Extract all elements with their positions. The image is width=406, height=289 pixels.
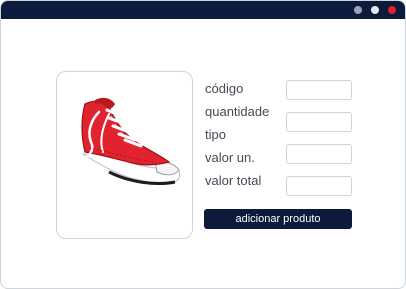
product-image-card — [56, 71, 193, 239]
label-valor-un: valor un. — [205, 150, 255, 165]
label-valor-total: valor total — [205, 173, 262, 188]
add-product-button[interactable]: adicionar produto — [204, 209, 352, 229]
minimize-button[interactable] — [354, 6, 362, 14]
valor-total-field[interactable] — [286, 176, 352, 196]
maximize-button[interactable] — [371, 6, 379, 14]
close-button[interactable] — [388, 6, 396, 14]
quantidade-field[interactable] — [286, 112, 352, 132]
label-tipo: tipo — [205, 127, 226, 142]
valor-un-field[interactable] — [286, 144, 352, 164]
label-quantidade: quantidade — [205, 104, 270, 119]
app-window: código quantidade tipo valor un. valor t… — [0, 0, 406, 289]
codigo-field[interactable] — [286, 80, 352, 100]
label-codigo: código — [205, 81, 244, 96]
title-bar — [1, 1, 405, 19]
red-sneaker-icon — [81, 97, 181, 186]
